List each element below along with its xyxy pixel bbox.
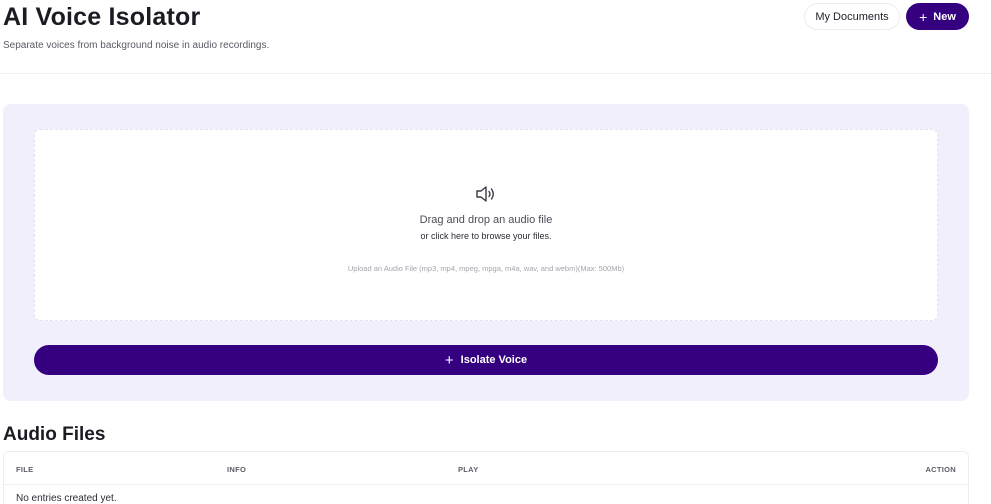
audio-files-heading: Audio Files <box>3 424 106 445</box>
isolate-voice-label: Isolate Voice <box>460 354 528 366</box>
column-header-action: ACTION <box>925 465 956 474</box>
upload-panel: Drag and drop an audio file or click her… <box>3 104 969 401</box>
my-documents-button[interactable]: My Documents <box>804 3 900 30</box>
page-title: AI Voice Isolator <box>3 3 201 31</box>
empty-state-message: No entries created yet. <box>16 493 117 504</box>
audio-dropzone[interactable]: Drag and drop an audio file or click her… <box>34 129 938 321</box>
plus-icon: + <box>919 8 928 25</box>
page: AI Voice Isolator Separate voices from b… <box>0 0 991 504</box>
dropzone-subtitle: or click here to browse your files. <box>420 231 552 241</box>
speaker-icon <box>476 186 494 202</box>
dropzone-hint: Upload an Audio File (mp3, mp4, mpeg, mp… <box>347 264 625 273</box>
column-header-info: INFO <box>227 465 247 474</box>
header: AI Voice Isolator Separate voices from b… <box>0 0 991 74</box>
audio-files-table: FILE INFO PLAY ACTION No entries created… <box>3 451 969 504</box>
new-button-label: New <box>933 10 956 23</box>
column-header-file: FILE <box>16 465 34 474</box>
column-header-play: PLAY <box>458 465 479 474</box>
plus-icon: + <box>444 351 454 369</box>
dropzone-title: Drag and drop an audio file <box>419 214 553 226</box>
table-divider <box>4 484 968 485</box>
isolate-voice-button[interactable]: + Isolate Voice <box>34 345 938 375</box>
my-documents-label: My Documents <box>815 10 889 23</box>
page-subtitle: Separate voices from background noise in… <box>3 40 270 51</box>
new-button[interactable]: + New <box>906 3 969 30</box>
